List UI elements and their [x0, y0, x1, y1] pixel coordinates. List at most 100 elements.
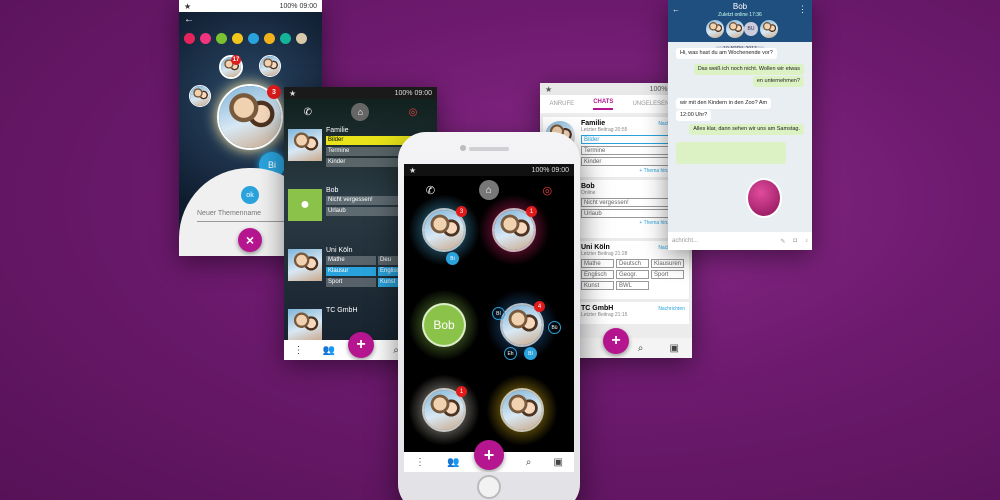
- message-input-bar: achricht... ✎ ◘ ♪: [668, 232, 812, 250]
- battery-level: 100%: [279, 2, 298, 10]
- home-icon[interactable]: ⌂: [351, 103, 370, 121]
- contact-avatar-small[interactable]: [189, 85, 211, 107]
- status-bar: ★ 100% 09:00: [179, 0, 322, 12]
- tab-chats[interactable]: CHATS: [593, 99, 614, 110]
- menu-icon[interactable]: ⋮: [294, 345, 304, 356]
- color-swatch[interactable]: [264, 33, 275, 44]
- color-swatch[interactable]: [216, 33, 227, 44]
- chat-message[interactable]: wir mit den Kindern in den Zoo? Am: [676, 98, 772, 109]
- notification-badge: 3: [456, 206, 467, 217]
- notification-badge: 1: [526, 206, 537, 217]
- chat-header: ← Bob Zuletzt online 17:36 ⋮ BU: [668, 0, 812, 42]
- chat-title: Bob: [732, 2, 748, 11]
- search-icon[interactable]: ⌕: [638, 343, 644, 354]
- topic-field[interactable]: Mathe: [581, 259, 614, 268]
- topic-ring[interactable]: BI: [524, 347, 537, 360]
- iphone-device: ★ 100% 09:00 ✆ ⌂ ◎ 3 Bi 1 Bob 4 BI BI Bü Eh 1 ⋮ 👥…: [398, 132, 580, 500]
- phone-icon[interactable]: ✆: [304, 107, 312, 118]
- add-button[interactable]: +: [474, 440, 504, 470]
- search-icon[interactable]: ⌕: [526, 457, 532, 468]
- contact-avatar-small[interactable]: [706, 20, 724, 38]
- bubble-core[interactable]: [500, 388, 544, 432]
- contacts-icon[interactable]: 👥: [447, 457, 459, 468]
- notification-badge: 17: [231, 55, 241, 65]
- messages-link[interactable]: Nachrichten: [658, 306, 685, 312]
- close-icon: ×: [245, 232, 255, 248]
- chat-meta: Letzter Beitrag 21:15: [581, 312, 628, 318]
- topic-field[interactable]: Klausuren: [651, 259, 684, 268]
- bubble-grid: 3 Bi 1 Bob 4 BI BI Bü Eh 1: [404, 194, 574, 454]
- topic-field[interactable]: Deutsch: [616, 259, 649, 268]
- ok-button[interactable]: ok: [241, 186, 259, 204]
- home-button[interactable]: [477, 475, 501, 499]
- status-bar: ★ 100% 09:00: [404, 164, 574, 176]
- last-online: Zuletzt online 17:36: [718, 12, 762, 18]
- add-button[interactable]: +: [603, 328, 629, 354]
- status-bar: ★ 100% 09:00: [284, 87, 437, 99]
- notification-badge: 4: [534, 301, 545, 312]
- topic-list: Mathe Deutsch Klausuren Englisch Geogr. Sport…: [581, 259, 685, 290]
- notification-badge: 3: [267, 85, 281, 99]
- home-icon[interactable]: ⌂: [478, 180, 499, 200]
- earpiece: [469, 147, 509, 151]
- app-star-icon: ★: [409, 165, 417, 175]
- color-swatch[interactable]: [232, 33, 243, 44]
- profile-icon[interactable]: ▣: [553, 457, 562, 468]
- chat-meta: Letzter Beitrag 21:28: [581, 251, 628, 257]
- close-button[interactable]: ×: [238, 228, 262, 252]
- camera-icon[interactable]: ◘: [793, 238, 797, 244]
- chat-icon[interactable]: ◎: [543, 184, 553, 197]
- more-icon[interactable]: ⋮: [798, 4, 807, 15]
- contact-thumbnail[interactable]: [288, 309, 322, 341]
- contact-thumbnail[interactable]: ●: [288, 189, 322, 221]
- home-screen: ★ 100% 09:00 ✆ ⌂ ◎ 3 Bi 1 Bob 4 BI BI Bü Eh 1 ⋮ 👥…: [404, 164, 574, 472]
- chat-message[interactable]: 12:00 Uhr?: [676, 110, 712, 121]
- color-swatch[interactable]: [296, 33, 307, 44]
- topic-field[interactable]: Englisch: [581, 270, 614, 279]
- attach-icon[interactable]: ✎: [780, 238, 785, 245]
- color-palette: [184, 33, 307, 44]
- contact-thumbnail[interactable]: [288, 249, 322, 281]
- topic-ring[interactable]: BI: [492, 307, 505, 320]
- profile-icon[interactable]: ▣: [669, 343, 678, 354]
- back-arrow-icon[interactable]: ←: [184, 14, 194, 25]
- bubble-core[interactable]: Bob: [422, 303, 466, 347]
- contact-avatar-small[interactable]: [726, 20, 744, 38]
- menu-icon[interactable]: ⋮: [415, 457, 425, 468]
- color-swatch[interactable]: [248, 33, 259, 44]
- voice-message[interactable]: [676, 142, 786, 164]
- bubble-label: Bob: [433, 318, 455, 332]
- topic-ring[interactable]: Bü: [548, 321, 561, 334]
- topic-chip[interactable]: Sport: [326, 278, 376, 287]
- color-swatch[interactable]: [184, 33, 195, 44]
- topic-field[interactable]: Geogr.: [616, 270, 649, 279]
- camera: [460, 145, 466, 151]
- add-button[interactable]: +: [348, 332, 374, 358]
- contacts-icon[interactable]: 👥: [323, 345, 335, 356]
- chat-icon[interactable]: ◎: [409, 107, 418, 118]
- tab-calls[interactable]: ANRUFE: [550, 101, 575, 107]
- contact-avatar-small[interactable]: [760, 20, 778, 38]
- topic-field[interactable]: Kunst: [581, 281, 614, 290]
- chat-message[interactable]: en unternehmen?: [752, 76, 804, 87]
- screen-conversation: ← Bob Zuletzt online 17:36 ⋮ BU 10 APRIL…: [668, 0, 812, 250]
- topic-field[interactable]: Sport: [651, 270, 684, 279]
- message-input[interactable]: achricht...: [672, 238, 772, 244]
- contact-avatar-small[interactable]: [259, 55, 281, 77]
- topic-chip[interactable]: Klausur: [326, 267, 376, 276]
- topic-bubble[interactable]: BU: [744, 22, 758, 36]
- mic-icon[interactable]: ♪: [805, 238, 808, 244]
- chat-message[interactable]: Das weiß ich noch nicht. Wollen wir etwa…: [693, 64, 804, 75]
- notification-badge: 1: [456, 386, 467, 397]
- color-swatch[interactable]: [280, 33, 291, 44]
- topic-ring[interactable]: Eh: [504, 347, 517, 360]
- top-nav: ✆ ⌂ ◎: [284, 99, 437, 125]
- topic-chip[interactable]: Mathe: [326, 256, 376, 265]
- person-icon: ●: [300, 196, 310, 213]
- topic-field[interactable]: BWL: [616, 281, 649, 290]
- chat-message[interactable]: Alles klar, dann sehen wir uns am Samsta…: [689, 124, 804, 135]
- color-swatch[interactable]: [200, 33, 211, 44]
- chat-message[interactable]: Hi, was hast du am Wochenende vor?: [676, 48, 777, 59]
- contact-thumbnail[interactable]: [288, 129, 322, 161]
- topic-ring[interactable]: Bi: [446, 252, 459, 265]
